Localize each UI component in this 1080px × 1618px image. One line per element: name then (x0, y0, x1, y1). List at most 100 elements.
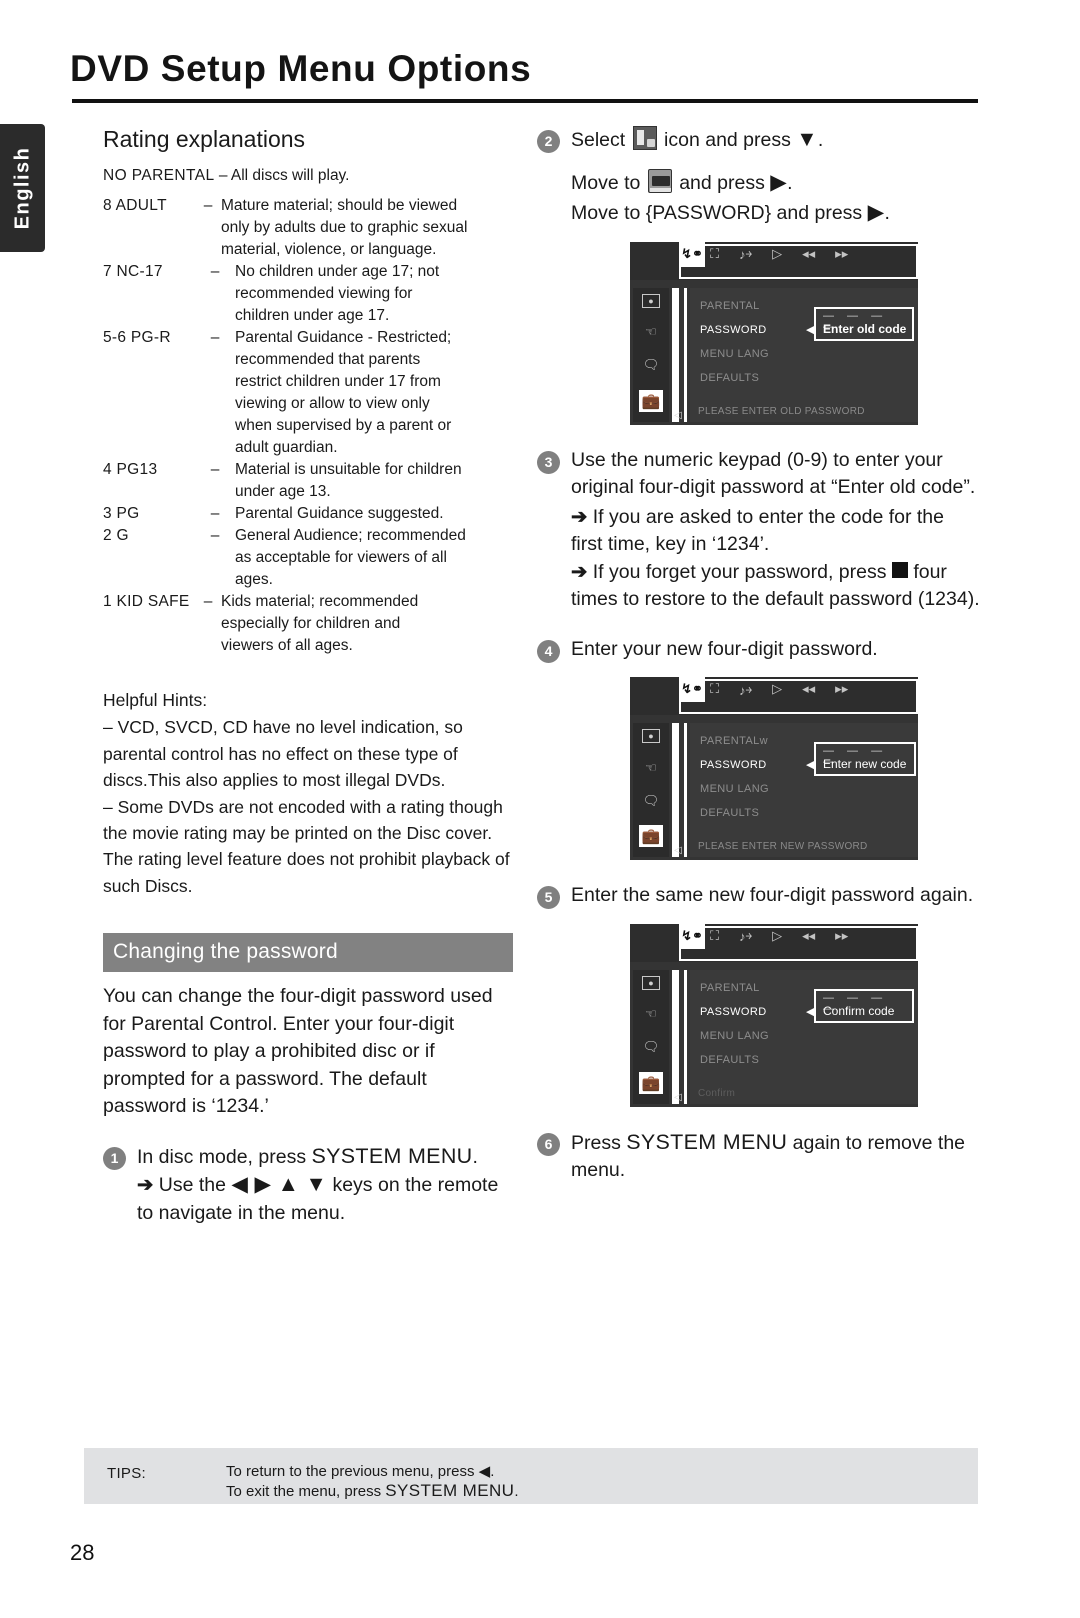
forward-icon[interactable]: ▸▸ (835, 246, 848, 262)
osd-menu-item-menu-lang[interactable]: MENU LANG (700, 783, 769, 795)
osd-menu-item-parental[interactable]: PARENTAL (700, 982, 760, 994)
preference-briefcase-icon[interactable]: 💼 (639, 825, 663, 847)
rating-text: ages. (235, 571, 273, 588)
osd-menu-item-menu-lang[interactable]: MENU LANG (700, 348, 769, 360)
subtitle-icon[interactable]: 🗨 (641, 1039, 661, 1056)
rating-text: recommended viewing for (235, 285, 413, 302)
rating-dash: – (203, 593, 213, 610)
osd-menu-item-password[interactable]: PASSWORD (700, 759, 767, 771)
tips-text-c: . (514, 1483, 519, 1500)
rating-text: as acceptable for viewers of all (235, 549, 447, 566)
osd-menu-item-password[interactable]: PASSWORD (700, 1006, 767, 1018)
preference-briefcase-icon[interactable]: 💼 (639, 1071, 663, 1094)
hint-item: – Some DVDs are not encoded with a ratin… (103, 796, 510, 896)
osd-menu-item-parental[interactable]: PARENTALw (700, 735, 768, 747)
rating-row-cont: material, violence, or language. (103, 239, 513, 261)
tips-text-a: To return to the previous menu, press (226, 1463, 479, 1480)
rating-dash: – (210, 329, 220, 346)
rewind-icon[interactable]: ◂◂ (802, 681, 815, 697)
display-icon[interactable]: ⛶ (710, 246, 719, 262)
osd-menu-panel: PARENTAL PASSWORD MENU LANG DEFAULTS ◀ —… (690, 287, 918, 422)
audio-icon[interactable]: ♪￫ (739, 926, 752, 945)
left-nav-arrow-icon[interactable]: ◁ (674, 1092, 682, 1103)
left-nav-arrow-icon[interactable]: ◁ (674, 410, 682, 421)
step-text-c: . (884, 202, 890, 224)
setup-tools-icon[interactable]: ↯⚭ (679, 923, 705, 949)
osd-topbar: ↯⚭ ⛶ ♪￫ ▷ ◂◂ ▸▸ (630, 241, 918, 280)
subtitle-icon[interactable]: 🗨 (641, 792, 661, 809)
substep-text-a: Use the (158, 1174, 232, 1197)
step-text: In disc mode, press SYSTEM MENU. (137, 1143, 513, 1172)
setup-tools-icon[interactable]: ↯⚭ (679, 241, 705, 267)
rating-label: NO PARENTAL (103, 167, 215, 184)
osd-screen-enter-new-password: ↯⚭ ⛶ ♪￫ ▷ ◂◂ ▸▸ ● ☜ 🗨 💼 PARENTALw PASSWO… (630, 677, 918, 860)
setup-tools-icon[interactable]: ↯⚭ (679, 677, 705, 702)
stop-square-icon (891, 561, 908, 578)
rating-row: 7 NC-17 – No children under age 17; not (103, 261, 513, 283)
rating-row-cont: viewing or allow to view only (103, 393, 513, 415)
preference-briefcase-icon[interactable]: 💼 (639, 389, 663, 412)
step-3: 3 Use the numeric keypad (0-9) to enter … (537, 447, 980, 614)
code-dashes: — — — — (823, 991, 888, 1015)
rating-row: 3 PG – Parental Guidance suggested. (103, 503, 513, 525)
osd-menu-item-defaults[interactable]: DEFAULTS (700, 807, 759, 819)
rating-label: 2 G (103, 527, 129, 544)
forward-icon[interactable]: ▸▸ (835, 928, 848, 944)
title-rule (72, 99, 978, 103)
picture-icon[interactable]: ● (642, 293, 660, 308)
play-icon[interactable]: ▷ (772, 928, 782, 944)
left-column: Rating explanations NO PARENTAL – All di… (103, 126, 513, 1227)
rating-text: No children under age 17; not (235, 263, 440, 280)
code-entry-box[interactable]: — — — — Confirm code (814, 988, 914, 1023)
rating-dash: – (210, 263, 220, 280)
code-entry-box[interactable]: — — — — Enter new code (814, 742, 916, 776)
rewind-icon[interactable]: ◂◂ (802, 246, 815, 262)
osd-menu-item-parental[interactable]: PARENTAL (700, 300, 760, 312)
rating-row-cont: restrict children under 17 from (103, 371, 513, 393)
rating-row-cont: when supervised by a parent or (103, 415, 513, 437)
osd-menu-item-menu-lang[interactable]: MENU LANG (700, 1030, 769, 1042)
changing-password-body: You can change the four-digit password u… (103, 985, 493, 1118)
speaker-icon[interactable]: ☜ (641, 1006, 661, 1023)
audio-icon[interactable]: ♪￫ (739, 244, 752, 263)
preference-icon (632, 126, 657, 150)
rewind-icon[interactable]: ◂◂ (802, 928, 815, 944)
osd-menu-item-password[interactable]: PASSWORD (700, 324, 767, 336)
system-menu-key-label: SYSTEM MENU (385, 1481, 515, 1500)
display-icon[interactable]: ⛶ (710, 681, 719, 697)
audio-icon[interactable]: ♪￫ (739, 680, 752, 699)
language-tab: English (0, 124, 45, 252)
step-text-b: icon and press (658, 129, 797, 151)
step-number: 6 (537, 1132, 560, 1156)
speaker-icon[interactable]: ☜ (641, 324, 661, 341)
osd-menu-item-defaults[interactable]: DEFAULTS (700, 372, 759, 384)
code-entry-box[interactable]: — — — — Enter old code (814, 306, 914, 341)
picture-icon[interactable]: ● (642, 729, 660, 743)
speaker-icon[interactable]: ☜ (641, 759, 661, 776)
rating-row-cont: children under age 17. (103, 305, 513, 327)
step-text-a: Move to {PASSWORD} and press (571, 202, 868, 224)
osd-scrollbar[interactable] (672, 969, 679, 1104)
step-text-a: Press (571, 1131, 627, 1154)
helpful-hints: Helpful Hints: – VCD, SVCD, CD have no l… (103, 687, 513, 899)
osd-scrollbar[interactable] (672, 723, 679, 857)
left-nav-arrow-icon[interactable]: ◁ (674, 845, 682, 856)
rating-label: 8 ADULT (103, 197, 167, 214)
rating-dash: – (203, 197, 213, 214)
picture-icon[interactable]: ● (642, 975, 660, 990)
step-text-c: . (472, 1145, 478, 1168)
forward-icon[interactable]: ▸▸ (835, 681, 848, 697)
rating-row-no-parental: NO PARENTAL – All discs will play. (103, 165, 513, 187)
rating-row-cont: viewers of all ages. (103, 635, 513, 657)
rating-text: Kids material; recommended (221, 593, 419, 610)
step-4: 4 Enter your new four-digit password. (537, 636, 980, 664)
osd-topbar-frame-lower (679, 946, 918, 961)
display-icon[interactable]: ⛶ (710, 928, 719, 944)
play-icon[interactable]: ▷ (772, 246, 782, 262)
rating-text: viewing or allow to view only (235, 395, 430, 412)
osd-scrollbar[interactable] (672, 287, 679, 422)
osd-menu-item-defaults[interactable]: DEFAULTS (700, 1054, 759, 1066)
subtitle-icon[interactable]: 🗨 (641, 357, 661, 374)
play-icon[interactable]: ▷ (772, 681, 782, 697)
osd-side-icons: ● ☜ 🗨 💼 (633, 969, 669, 1104)
